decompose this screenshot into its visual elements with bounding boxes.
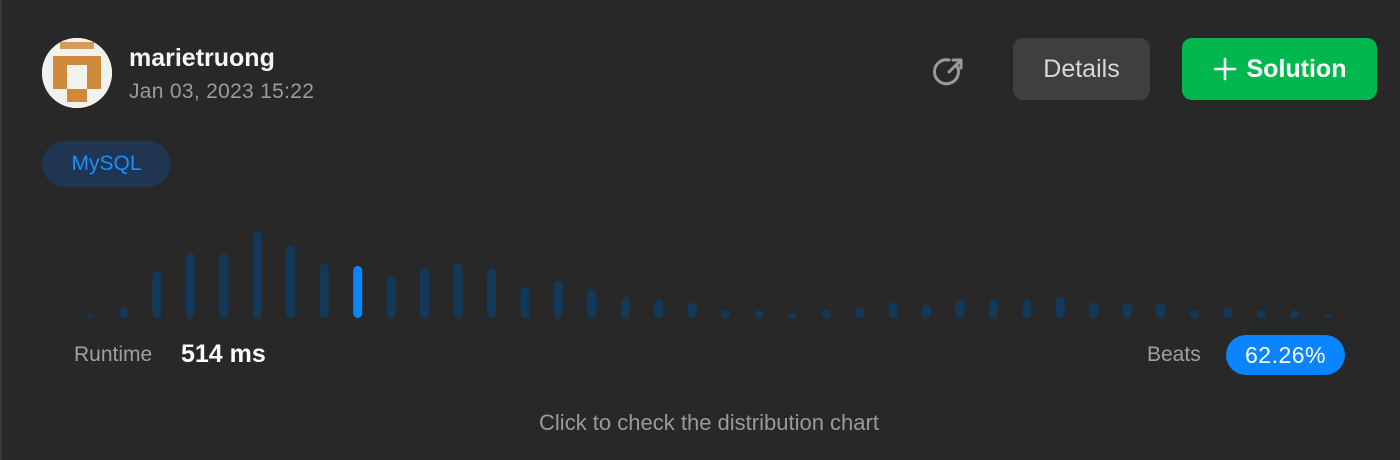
runtime-distribution-chart[interactable] <box>0 220 1400 320</box>
distribution-bar[interactable] <box>1290 310 1299 318</box>
share-arrow-icon <box>933 58 963 86</box>
distribution-bar-current[interactable] <box>353 265 363 318</box>
plus-icon <box>1213 57 1237 81</box>
distribution-bar[interactable] <box>1256 310 1266 318</box>
distribution-bar[interactable] <box>1156 302 1166 318</box>
distribution-bar[interactable] <box>1189 310 1199 318</box>
distribution-bar[interactable] <box>988 299 998 318</box>
distribution-bar[interactable] <box>721 310 731 318</box>
details-button-label: Details <box>1043 54 1120 83</box>
distribution-bar[interactable] <box>386 276 396 318</box>
distribution-bar[interactable] <box>888 302 898 318</box>
pixel-avatar-icon <box>42 38 112 108</box>
user-avatar[interactable] <box>42 38 112 108</box>
language-tag[interactable]: MySQL <box>42 141 171 187</box>
distribution-bar[interactable] <box>955 299 965 318</box>
distribution-bar[interactable] <box>754 310 764 318</box>
distribution-bar[interactable] <box>1122 302 1132 318</box>
distribution-bar[interactable] <box>487 268 496 319</box>
distribution-bar[interactable] <box>286 245 296 318</box>
language-tag-label: MySQL <box>71 152 142 175</box>
distribution-bar[interactable] <box>1323 315 1333 318</box>
add-solution-button[interactable]: Solution <box>1182 38 1377 100</box>
distribution-bar[interactable] <box>922 305 931 318</box>
distribution-bar[interactable] <box>219 252 229 318</box>
distribution-bar[interactable] <box>1022 299 1032 318</box>
distribution-bar[interactable] <box>185 252 195 318</box>
distribution-bar[interactable] <box>553 281 563 319</box>
distribution-bar[interactable] <box>252 232 262 318</box>
username[interactable]: marietruong <box>129 44 275 73</box>
distribution-bar[interactable] <box>654 299 664 318</box>
submission-timestamp: Jan 03, 2023 15:22 <box>129 80 315 103</box>
distribution-bar[interactable] <box>1089 302 1099 318</box>
distribution-bar[interactable] <box>420 268 430 319</box>
distribution-bar[interactable] <box>620 297 630 318</box>
beats-value: 62.26% <box>1244 341 1326 368</box>
distribution-bar[interactable] <box>453 263 463 318</box>
distribution-bar[interactable] <box>1055 297 1065 318</box>
distribution-bar[interactable] <box>1223 307 1233 318</box>
distribution-bar[interactable] <box>821 310 831 318</box>
distribution-chart-link[interactable]: Click to check the distribution chart <box>0 410 1400 436</box>
distribution-bar[interactable] <box>587 289 597 318</box>
beats-label: Beats <box>1147 343 1201 366</box>
distribution-bar[interactable] <box>319 263 329 318</box>
distribution-bar[interactable] <box>119 307 128 318</box>
runtime-label: Runtime <box>74 343 153 366</box>
beats-percentage-badge: 62.26% <box>1226 335 1345 375</box>
distribution-bar[interactable] <box>152 271 162 318</box>
distribution-bar[interactable] <box>85 315 95 318</box>
share-button[interactable] <box>929 52 969 92</box>
details-button[interactable]: Details <box>1013 38 1150 100</box>
distribution-bar[interactable] <box>788 312 798 318</box>
solution-button-label: Solution <box>1246 54 1347 83</box>
runtime-value: 514 ms <box>181 340 266 368</box>
distribution-bar[interactable] <box>855 307 865 318</box>
distribution-bar[interactable] <box>520 286 530 318</box>
distribution-bar[interactable] <box>687 302 697 318</box>
